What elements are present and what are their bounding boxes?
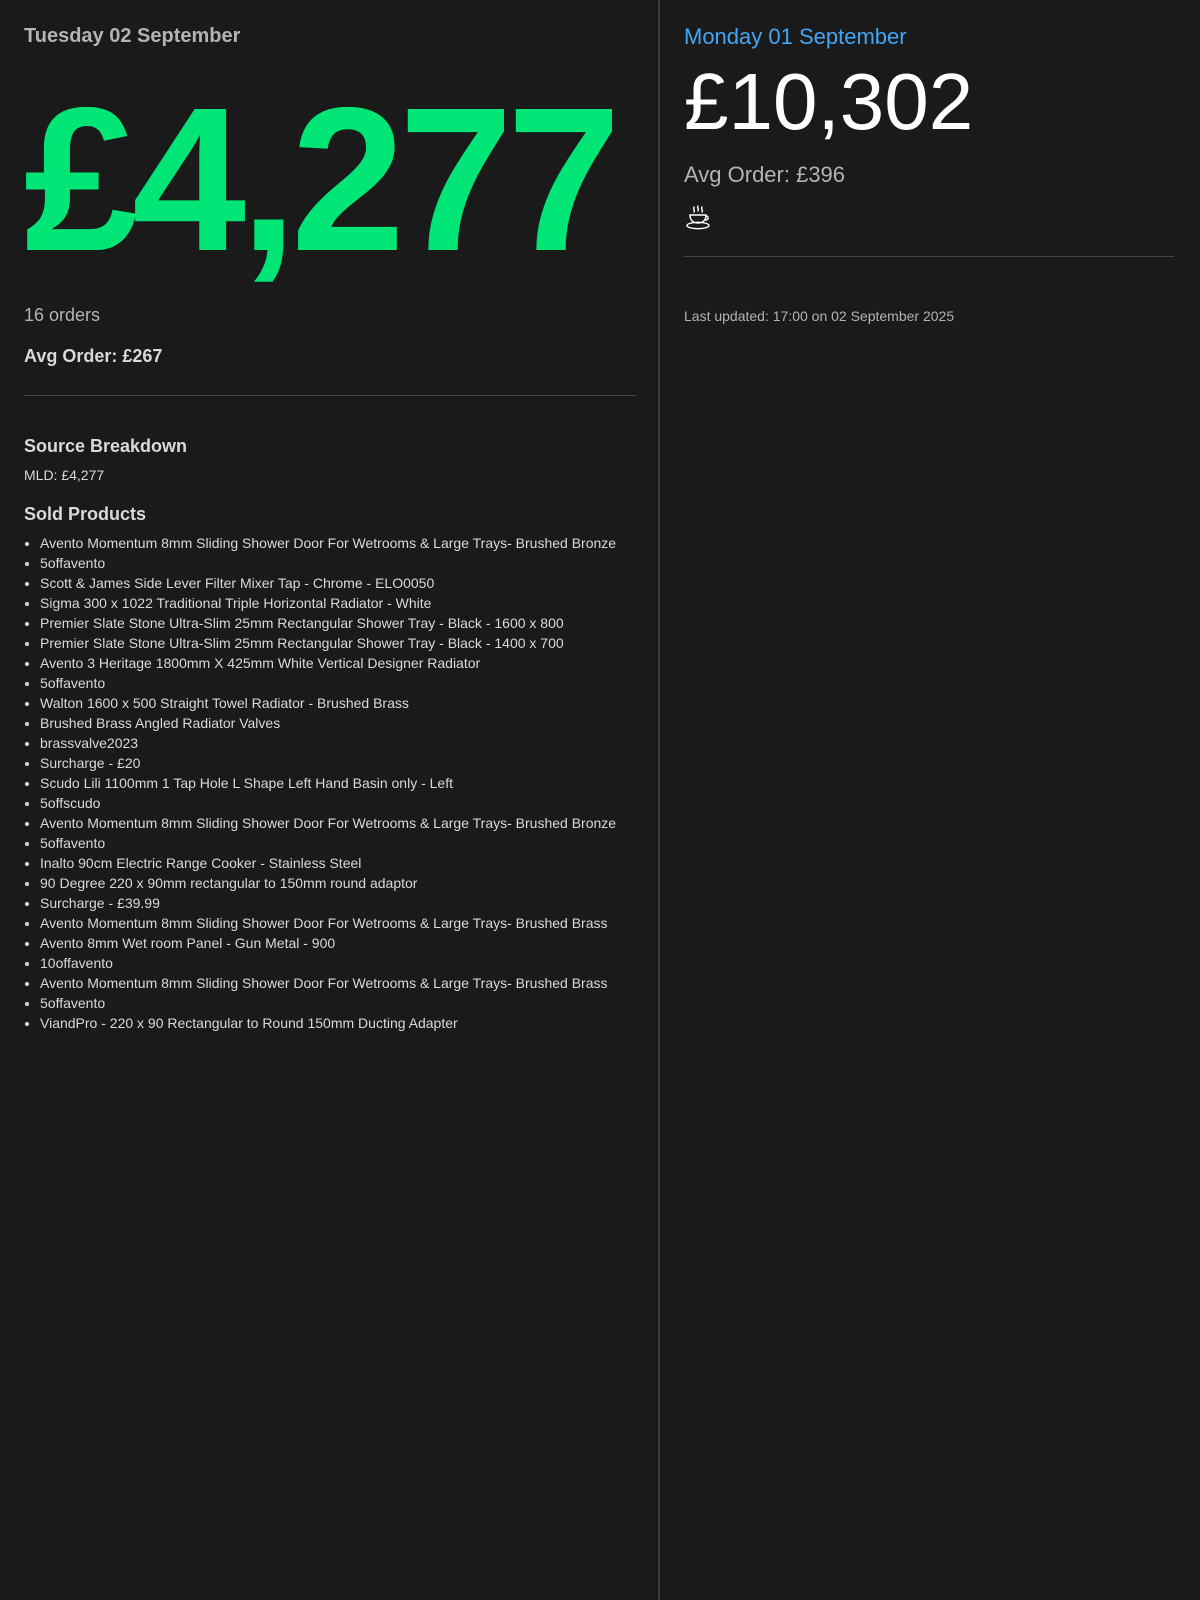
- list-item: Surcharge - £39.99: [40, 893, 634, 913]
- divider: [24, 395, 636, 396]
- sold-products-list: Avento Momentum 8mm Sliding Shower Door …: [24, 533, 634, 1033]
- today-panel: Tuesday 02 September £4,277 16 orders Av…: [0, 0, 660, 1600]
- list-item: Avento Momentum 8mm Sliding Shower Door …: [40, 533, 634, 553]
- list-item: 5offavento: [40, 993, 634, 1013]
- dashboard: Tuesday 02 September £4,277 16 orders Av…: [0, 0, 1200, 1600]
- divider: [684, 256, 1174, 257]
- list-item: 5offscudo: [40, 793, 634, 813]
- list-item: Avento Momentum 8mm Sliding Shower Door …: [40, 913, 634, 933]
- list-item: Premier Slate Stone Ultra-Slim 25mm Rect…: [40, 633, 634, 653]
- list-item: Scott & James Side Lever Filter Mixer Ta…: [40, 573, 634, 593]
- list-item: brassvalve2023: [40, 733, 634, 753]
- list-item: Scudo Lili 1100mm 1 Tap Hole L Shape Lef…: [40, 773, 634, 793]
- today-order-count: 16 orders: [24, 305, 101, 325]
- yesterday-total: £10,302: [684, 57, 974, 146]
- list-item: Avento 8mm Wet room Panel - Gun Metal - …: [40, 933, 634, 953]
- list-item: Avento Momentum 8mm Sliding Shower Door …: [40, 973, 634, 993]
- list-item: 5offavento: [40, 673, 634, 693]
- list-item: ViandPro - 220 x 90 Rectangular to Round…: [40, 1013, 634, 1033]
- list-item: Sigma 300 x 1022 Traditional Triple Hori…: [40, 593, 634, 613]
- list-item: 90 Degree 220 x 90mm rectangular to 150m…: [40, 873, 634, 893]
- list-item: Avento 3 Heritage 1800mm X 425mm White V…: [40, 653, 634, 673]
- source-breakdown-title: Source Breakdown: [24, 436, 188, 456]
- yesterday-panel: Monday 01 September £10,302 Avg Order: £…: [660, 0, 1200, 1600]
- list-item: 5offavento: [40, 833, 634, 853]
- list-item: Walton 1600 x 500 Straight Towel Radiato…: [40, 693, 634, 713]
- sold-products-title: Sold Products: [24, 504, 147, 524]
- list-item: Inalto 90cm Electric Range Cooker - Stai…: [40, 853, 634, 873]
- list-item: Brushed Brass Angled Radiator Valves: [40, 713, 634, 733]
- yesterday-avg-order: Avg Order: £396: [684, 162, 846, 187]
- list-item: 5offavento: [40, 553, 634, 573]
- list-item: 10offavento: [40, 953, 634, 973]
- today-total: £4,277: [24, 65, 621, 294]
- source-line: MLD: £4,277: [24, 467, 105, 483]
- list-item: Avento Momentum 8mm Sliding Shower Door …: [40, 813, 634, 833]
- list-item: Premier Slate Stone Ultra-Slim 25mm Rect…: [40, 613, 634, 633]
- last-updated: Last updated: 17:00 on 02 September 2025: [684, 308, 955, 324]
- today-avg-order: Avg Order: £267: [24, 346, 163, 366]
- coffee-icon: [684, 204, 716, 236]
- yesterday-date: Monday 01 September: [684, 24, 907, 49]
- today-date: Tuesday 02 September: [24, 25, 241, 47]
- list-item: Surcharge - £20: [40, 753, 634, 773]
